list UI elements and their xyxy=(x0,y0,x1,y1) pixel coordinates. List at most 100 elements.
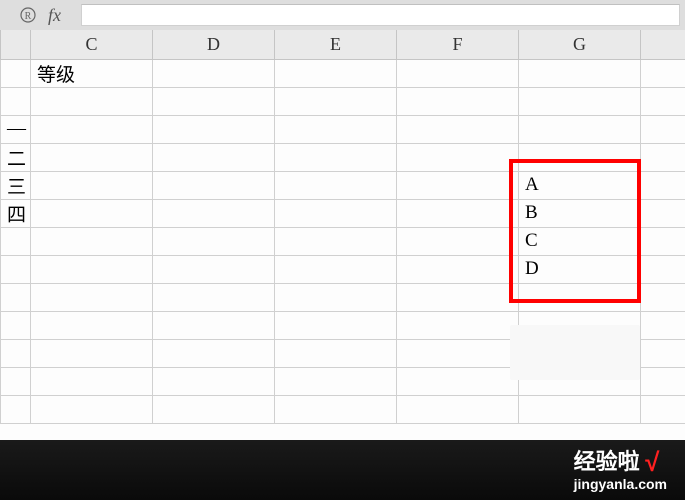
cell[interactable] xyxy=(519,143,641,171)
cell[interactable] xyxy=(641,227,685,255)
cell[interactable] xyxy=(519,115,641,143)
cell[interactable] xyxy=(397,339,519,367)
cell[interactable] xyxy=(153,87,275,115)
cell[interactable] xyxy=(519,59,641,87)
cell[interactable] xyxy=(1,59,31,87)
cell[interactable]: 三 xyxy=(1,171,31,199)
col-header-e[interactable]: E xyxy=(275,30,397,59)
cell[interactable] xyxy=(275,227,397,255)
cell[interactable] xyxy=(641,255,685,283)
cell[interactable] xyxy=(153,171,275,199)
cell[interactable] xyxy=(31,339,153,367)
cell[interactable] xyxy=(1,283,31,311)
cell[interactable] xyxy=(275,367,397,395)
cell[interactable] xyxy=(275,143,397,171)
cell[interactable] xyxy=(397,171,519,199)
cell[interactable] xyxy=(397,283,519,311)
cell[interactable] xyxy=(275,339,397,367)
cell[interactable]: — xyxy=(1,115,31,143)
cell[interactable] xyxy=(1,395,31,423)
cell[interactable] xyxy=(397,255,519,283)
cell[interactable] xyxy=(641,59,685,87)
cell[interactable] xyxy=(275,115,397,143)
cell[interactable] xyxy=(397,115,519,143)
cell[interactable] xyxy=(31,199,153,227)
col-header-f[interactable]: F xyxy=(397,30,519,59)
cell[interactable] xyxy=(397,395,519,423)
cell[interactable] xyxy=(31,395,153,423)
cell[interactable] xyxy=(153,227,275,255)
cell[interactable] xyxy=(275,87,397,115)
cell[interactable] xyxy=(641,311,685,339)
cell[interactable] xyxy=(1,87,31,115)
cell[interactable]: B xyxy=(519,199,641,227)
cell[interactable] xyxy=(641,87,685,115)
cell[interactable] xyxy=(275,59,397,87)
cell[interactable]: A xyxy=(519,171,641,199)
cell[interactable] xyxy=(31,171,153,199)
cell[interactable] xyxy=(397,87,519,115)
cell[interactable] xyxy=(153,283,275,311)
cell[interactable]: D xyxy=(519,255,641,283)
cell[interactable] xyxy=(641,367,685,395)
cell[interactable] xyxy=(641,199,685,227)
cell[interactable]: 四 xyxy=(1,199,31,227)
col-header-d[interactable]: D xyxy=(153,30,275,59)
cell[interactable] xyxy=(31,227,153,255)
cell[interactable] xyxy=(397,59,519,87)
cell[interactable] xyxy=(397,367,519,395)
formula-input[interactable] xyxy=(81,4,680,26)
column-headers: C D E F G xyxy=(1,30,685,59)
cell[interactable] xyxy=(153,143,275,171)
cell[interactable] xyxy=(153,255,275,283)
cell[interactable] xyxy=(31,367,153,395)
cell[interactable] xyxy=(31,283,153,311)
cell[interactable] xyxy=(519,283,641,311)
col-header-right[interactable] xyxy=(641,30,685,59)
cell[interactable] xyxy=(397,311,519,339)
cell[interactable] xyxy=(1,227,31,255)
cell[interactable] xyxy=(31,255,153,283)
cell[interactable] xyxy=(397,199,519,227)
cell[interactable] xyxy=(275,255,397,283)
cell[interactable] xyxy=(397,143,519,171)
cell[interactable] xyxy=(153,199,275,227)
cell[interactable] xyxy=(31,143,153,171)
cell[interactable] xyxy=(275,199,397,227)
cell[interactable] xyxy=(31,115,153,143)
cell[interactable] xyxy=(641,115,685,143)
cell[interactable]: 二 xyxy=(1,143,31,171)
fx-label[interactable]: fx xyxy=(48,5,61,26)
cell[interactable] xyxy=(153,367,275,395)
cell[interactable] xyxy=(153,59,275,87)
cell[interactable] xyxy=(275,311,397,339)
cell[interactable] xyxy=(31,311,153,339)
cell[interactable] xyxy=(641,283,685,311)
cell[interactable] xyxy=(1,311,31,339)
cell[interactable] xyxy=(641,171,685,199)
cell[interactable] xyxy=(153,115,275,143)
cell[interactable] xyxy=(275,283,397,311)
cell[interactable] xyxy=(31,87,153,115)
cell[interactable] xyxy=(397,227,519,255)
cell[interactable] xyxy=(275,171,397,199)
cell[interactable] xyxy=(153,339,275,367)
cell[interactable] xyxy=(641,143,685,171)
cell[interactable] xyxy=(153,311,275,339)
col-header-g[interactable]: G xyxy=(519,30,641,59)
cell[interactable] xyxy=(275,395,397,423)
cell[interactable] xyxy=(153,395,275,423)
spreadsheet-grid: C D E F G 等级—二三A四BCD xyxy=(0,30,685,440)
cell[interactable] xyxy=(1,367,31,395)
cell[interactable] xyxy=(1,255,31,283)
cell[interactable] xyxy=(519,87,641,115)
cell[interactable] xyxy=(519,395,641,423)
accept-icon[interactable]: R xyxy=(18,5,38,25)
col-header-c[interactable]: C xyxy=(31,30,153,59)
cell[interactable] xyxy=(641,395,685,423)
cell[interactable] xyxy=(1,339,31,367)
cell[interactable] xyxy=(641,339,685,367)
cell[interactable]: C xyxy=(519,227,641,255)
col-header-partial[interactable] xyxy=(1,30,31,59)
cell[interactable]: 等级 xyxy=(31,59,153,87)
